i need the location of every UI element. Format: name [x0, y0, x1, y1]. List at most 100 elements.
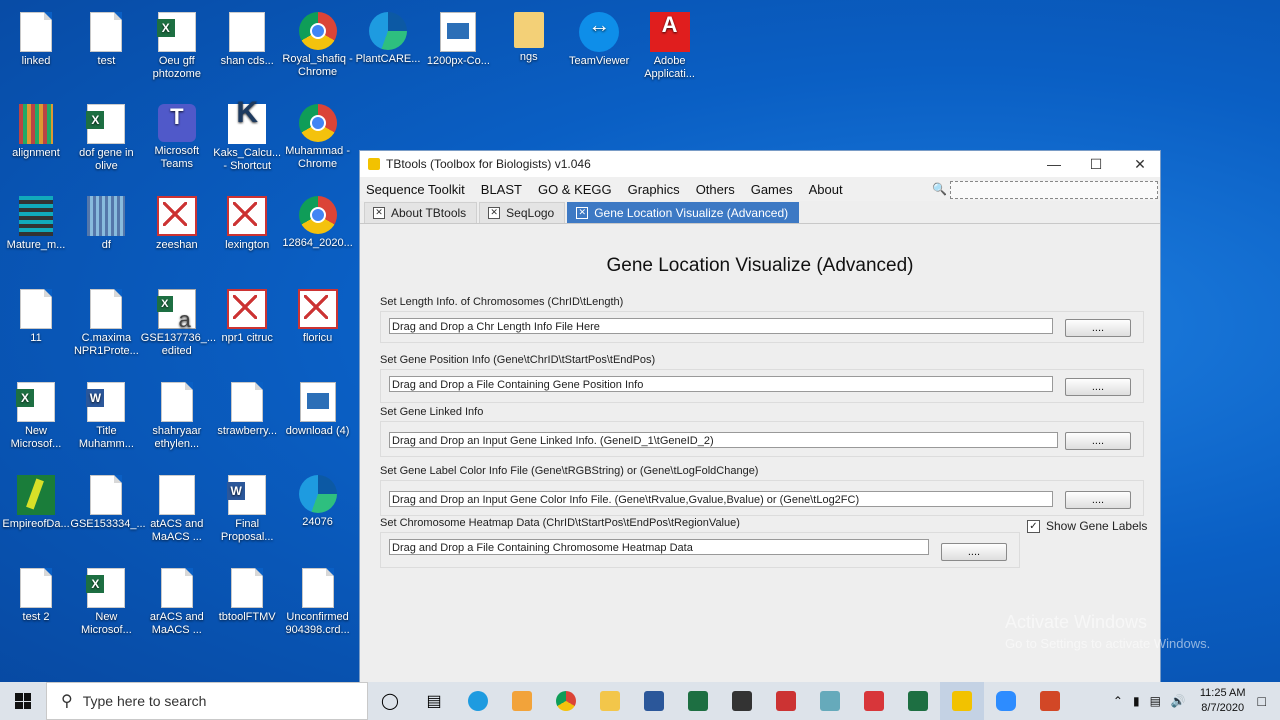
doc-icon	[231, 568, 264, 608]
close-button[interactable]: ✕	[1118, 151, 1162, 177]
desktop-icon[interactable]: shahryaar ethylen...	[141, 378, 213, 451]
desktop-icon[interactable]: Title Muhamm...	[70, 378, 142, 451]
tbtools-taskbar-icon[interactable]	[940, 682, 984, 720]
chr-length-browse-button[interactable]: ....	[1065, 319, 1131, 337]
desktop-icon[interactable]: New Microsof...	[70, 564, 142, 637]
desktop-icon[interactable]: Microsoft Teams	[141, 100, 213, 171]
desktop-icon[interactable]: zeeshan	[141, 192, 213, 252]
edge-taskbar-icon[interactable]	[456, 682, 500, 720]
volume-icon[interactable]: 🔊	[1171, 694, 1186, 708]
excel-taskbar-icon-2[interactable]	[896, 682, 940, 720]
desktop-icon[interactable]: 24076	[282, 471, 354, 529]
desktop-icon[interactable]: Mature_m...	[0, 192, 72, 252]
menu-blast[interactable]: BLAST	[481, 182, 522, 197]
desktop-icon[interactable]: test 2	[0, 564, 72, 624]
close-tab-icon[interactable]: ✕	[488, 207, 501, 219]
section-label: Set Gene Position Info (Gene\tChrID\tSta…	[380, 354, 656, 366]
word-taskbar-icon[interactable]	[632, 682, 676, 720]
menu-games[interactable]: Games	[751, 182, 793, 197]
desktop-icon[interactable]: linked	[0, 8, 72, 68]
show-hidden-icons-icon[interactable]: ⌃	[1113, 694, 1123, 708]
menu-graphics[interactable]: Graphics	[628, 182, 680, 197]
chr-length-drop-field[interactable]: Drag and Drop a Chr Length Info File Her…	[389, 318, 1053, 334]
desktop-icon-label: 11	[30, 332, 42, 344]
tab-gene-location-visualize[interactable]: ✕ Gene Location Visualize (Advanced)	[567, 202, 800, 223]
desktop-icon[interactable]: npr1 citruc	[211, 285, 283, 345]
search-input[interactable]	[950, 181, 1158, 199]
powerpoint-taskbar-icon[interactable]	[764, 682, 808, 720]
notepad-taskbar-icon[interactable]	[808, 682, 852, 720]
gene-position-browse-button[interactable]: ....	[1065, 378, 1131, 396]
battery-icon[interactable]: ▮	[1133, 694, 1140, 708]
desktop-icon[interactable]: ngs	[493, 8, 565, 64]
desktop-icon[interactable]: 11	[0, 285, 72, 345]
desktop-icon[interactable]: Oeu gff phtozome	[141, 8, 213, 81]
menu-sequence-toolkit[interactable]: Sequence Toolkit	[366, 182, 465, 197]
desktop-icon[interactable]: Final Proposal...	[211, 471, 283, 544]
file-explorer-taskbar-icon[interactable]	[588, 682, 632, 720]
powerpoint-taskbar-icon-2[interactable]	[1028, 682, 1072, 720]
chart-icon	[229, 12, 266, 52]
gene-color-browse-button[interactable]: ....	[1065, 491, 1131, 509]
maximize-button[interactable]: ☐	[1074, 151, 1118, 177]
menu-about[interactable]: About	[809, 182, 843, 197]
checkbox-checked-icon[interactable]: ✓	[1027, 519, 1040, 533]
desktop-icon[interactable]: GSE153334_...	[70, 471, 146, 531]
gene-linked-browse-button[interactable]: ....	[1065, 432, 1131, 450]
gene-color-drop-field[interactable]: Drag and Drop an Input Gene Color Info F…	[389, 491, 1053, 507]
close-tab-icon[interactable]: ✕	[373, 207, 385, 219]
gene-position-drop-field[interactable]: Drag and Drop a File Containing Gene Pos…	[389, 376, 1053, 392]
excel-taskbar-icon[interactable]	[676, 682, 720, 720]
desktop-icon[interactable]: New Microsof...	[0, 378, 72, 451]
desktop-icon-label: shahryaar ethylen...	[152, 425, 202, 450]
desktop-icon[interactable]: dof gene in olive	[70, 100, 142, 173]
menu-others[interactable]: Others	[696, 182, 735, 197]
clock[interactable]: 11:25 AM 8/7/2020	[1200, 686, 1246, 716]
heatmap-browse-button[interactable]: ....	[941, 543, 1007, 561]
desktop-icon[interactable]: PlantCARE...	[352, 8, 424, 66]
desktop-icon[interactable]: 1200px-Co...	[422, 8, 494, 68]
heatmap-drop-field[interactable]: Drag and Drop a File Containing Chromoso…	[389, 539, 929, 555]
menu-go-kegg[interactable]: GO & KEGG	[538, 182, 612, 197]
desktop-icon[interactable]: download (4)	[282, 378, 354, 438]
task-view-icon[interactable]: ▤	[412, 682, 456, 720]
desktop-icon[interactable]: Muhammad - Chrome	[282, 100, 354, 171]
desktop-icon[interactable]: test	[70, 8, 142, 68]
app-taskbar-icon[interactable]	[720, 682, 764, 720]
network-icon[interactable]: ▤	[1150, 694, 1161, 708]
pdf-taskbar-icon[interactable]	[852, 682, 896, 720]
cortana-icon[interactable]: ◯	[368, 682, 412, 720]
show-gene-labels-checkbox[interactable]: ✓ Show Gene Labels	[1027, 519, 1147, 533]
tab-seqlogo[interactable]: ✕ SeqLogo	[479, 202, 566, 223]
desktop-icon[interactable]: tbtoolFTMV	[211, 564, 283, 624]
desktop-icon[interactable]: Kaks_Calcu... - Shortcut	[211, 100, 283, 173]
desktop-icon[interactable]: Unconfirmed 904398.crd...	[282, 564, 354, 637]
desktop-icon[interactable]: lexington	[211, 192, 283, 252]
desktop-icon[interactable]: GSE137736_... edited	[141, 285, 216, 358]
desktop-icon[interactable]: EmpireofDa...	[0, 471, 72, 531]
desktop-icon[interactable]: C.maxima NPR1Prote...	[70, 285, 142, 358]
desktop-icon[interactable]: arACS and MaACS ...	[141, 564, 213, 637]
zoom-taskbar-icon[interactable]	[984, 682, 1028, 720]
desktop-icon[interactable]: Adobe Applicati...	[634, 8, 706, 81]
chrome-taskbar-icon[interactable]	[544, 682, 588, 720]
desktop-icon[interactable]: atACS and MaACS ...	[141, 471, 213, 544]
desktop-icon[interactable]: TeamViewer	[563, 8, 635, 68]
taskbar-search-box[interactable]: ⚲ Type here to search	[46, 682, 368, 720]
search-icon[interactable]: 🔍	[932, 182, 947, 196]
tab-about-tbtools[interactable]: ✕ About TBtools	[364, 202, 478, 223]
gene-linked-drop-field[interactable]: Drag and Drop an Input Gene Linked Info.…	[389, 432, 1058, 448]
title-bar[interactable]: TBtools (Toolbox for Biologists) v1.046 …	[360, 151, 1160, 177]
desktop-icon[interactable]: df	[70, 192, 142, 252]
notifications-icon[interactable]: □	[1258, 693, 1266, 709]
minimize-button[interactable]: —	[1032, 151, 1076, 177]
desktop-icon[interactable]: floricu	[282, 285, 354, 345]
start-button[interactable]	[0, 682, 46, 720]
desktop-icon[interactable]: shan cds...	[211, 8, 283, 68]
close-tab-icon[interactable]: ✕	[576, 207, 589, 219]
desktop-icon[interactable]: 12864_2020...	[282, 192, 354, 250]
desktop-icon[interactable]: alignment	[0, 100, 72, 160]
store-taskbar-icon[interactable]	[500, 682, 544, 720]
desktop-icon[interactable]: strawberry...	[211, 378, 283, 438]
desktop-icon[interactable]: Royal_shafiq - Chrome	[282, 8, 354, 79]
